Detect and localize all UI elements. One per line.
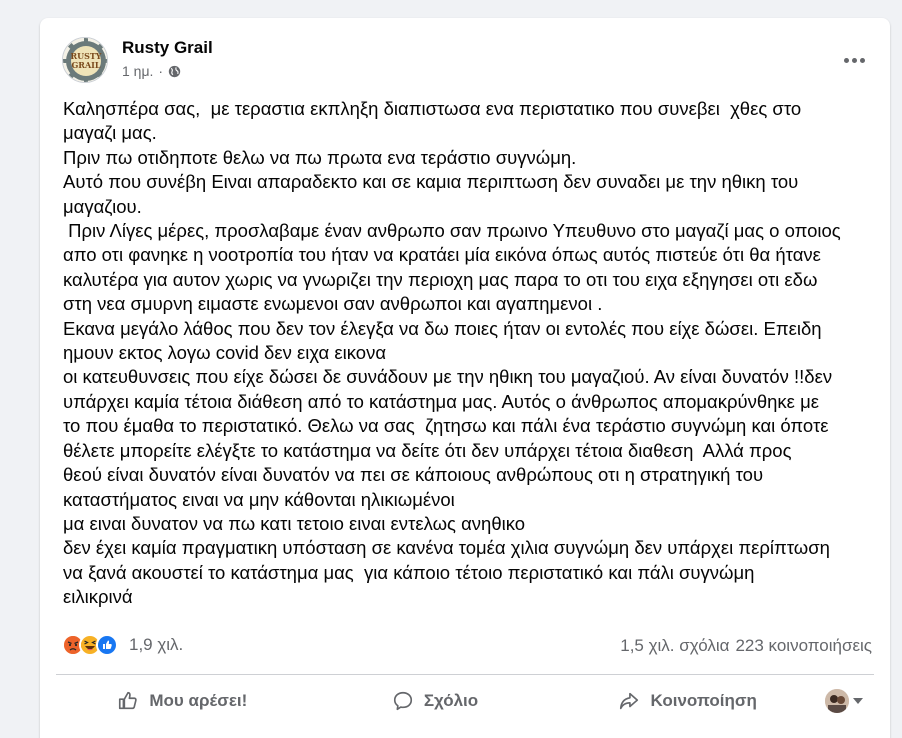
post-text-line: θέλετε μπορείτε ελέγξτε το κατάστημα να …: [63, 439, 792, 461]
svg-text:GRAIL: GRAIL: [71, 60, 100, 70]
globe-icon[interactable]: [168, 65, 181, 78]
post-stats: 1,9 χιλ. 1,5 χιλ. σχόλια 223 κοινοποιήσε…: [62, 634, 872, 660]
post-text-line: Εκανα μεγάλο λάθος που δεν τον έλεγξα να…: [63, 317, 822, 339]
post-text-line: ειλικρινά: [63, 586, 133, 608]
post-text-line: δεν έχει καμία πραγματικη υπόσταση σε κα…: [63, 537, 830, 559]
comment-bubble-icon: [393, 691, 412, 711]
post-text-line: μα ειναι δυνατον να πω κατι τετοιο ειναι…: [63, 512, 526, 534]
dot-icon: [851, 57, 857, 63]
user-avatar: [825, 689, 850, 713]
like-label: Μου αρέσει!: [149, 691, 248, 710]
post-text: Καλησπέρα σας, με τεραστια εκπληξη διαπι…: [63, 97, 883, 610]
chevron-down-icon: [853, 698, 864, 704]
reaction-audience-selector[interactable]: [814, 680, 874, 722]
dot-icon: [843, 57, 849, 63]
post-actions: Μου αρέσει! Σχόλιο Κοινοποίηση: [56, 680, 874, 722]
rusty-grail-logo: RUSTY GRAIL: [63, 38, 107, 82]
post-text-line: καταστήματος ειναι να μην κάθονται ηλικι…: [63, 488, 455, 510]
action-divider: [56, 674, 874, 675]
post-card: RUSTY GRAIL Rusty Grail 1 ημ. · Καλησπέρ…: [40, 18, 890, 738]
post-header: RUSTY GRAIL Rusty Grail 1 ημ. ·: [60, 34, 874, 88]
engagement-counts: 1,5 χιλ. σχόλια 223 κοινοποιήσεις: [620, 636, 872, 656]
post-text-line: μαγαζιου.: [63, 195, 142, 217]
post-text-line: καλυτέρα για αυτον χωρις να γνωριζει την…: [63, 268, 818, 290]
reaction-count[interactable]: 1,9 χιλ.: [129, 635, 183, 655]
share-count[interactable]: 223 κοινοποιήσεις: [735, 636, 872, 656]
post-meta: 1 ημ. ·: [122, 63, 181, 79]
post-text-line: θεού είναι δυνατόν είναι δυνατόν να πει …: [63, 464, 764, 486]
post-text-line: Πριν πω οτιδηποτε θελω να πω πρωτα ενα τ…: [63, 146, 577, 168]
more-options-button[interactable]: [838, 48, 870, 72]
share-button[interactable]: Κοινοποίηση: [561, 680, 814, 722]
comment-count[interactable]: 1,5 χιλ. σχόλια: [620, 636, 729, 656]
share-label: Κοινοποίηση: [650, 691, 757, 710]
like-icon: [96, 634, 118, 656]
post-text-line: να ξανά ακουστεί το κατάστημα μας για κά…: [63, 561, 755, 583]
post-time[interactable]: 1 ημ.: [122, 63, 153, 79]
comment-button[interactable]: Σχόλιο: [309, 680, 562, 722]
post-text-line: ημουν εκτος λογω covid δεν ειχα εικονα: [63, 342, 387, 364]
thumbs-up-icon: [119, 691, 138, 710]
post-text-line: απο οτι φανηκε η νοοτροπία του ήταν να κ…: [63, 244, 821, 266]
post-text-line: Καλησπέρα σας, με τεραστια εκπληξη διαπι…: [63, 98, 802, 119]
meta-separator: ·: [158, 63, 164, 79]
post-text-line: Πριν Λίγες μέρες, προσλαβαμε έναν ανθρωπ…: [63, 220, 841, 242]
like-button[interactable]: Μου αρέσει!: [56, 680, 309, 722]
page-avatar[interactable]: RUSTY GRAIL: [62, 37, 108, 83]
author-name[interactable]: Rusty Grail: [122, 38, 213, 58]
post-text-line: Αυτό που συνέβη Ειναι απαραδεκτο και σε …: [63, 171, 799, 193]
post-text-line: στη νεα σμυρνη ειμαστε ενωμενοι σαν ανθρ…: [63, 293, 603, 315]
post-text-line: οι κατευθυνσεις που είχε δώσει δε συνάδο…: [63, 366, 833, 388]
post-text-line: μαγαζι μας.: [63, 122, 157, 144]
post-text-line: υπάρχει καμία τέτοια διάθεση από το κατά…: [63, 390, 819, 412]
reactions-summary[interactable]: 1,9 χιλ.: [62, 634, 183, 656]
dot-icon: [859, 57, 865, 63]
post-text-line: το που έμαθα το περιστατικό. Θελω να σας…: [63, 415, 829, 437]
comment-label: Σχόλιο: [423, 691, 479, 710]
share-arrow-icon: [620, 692, 639, 710]
